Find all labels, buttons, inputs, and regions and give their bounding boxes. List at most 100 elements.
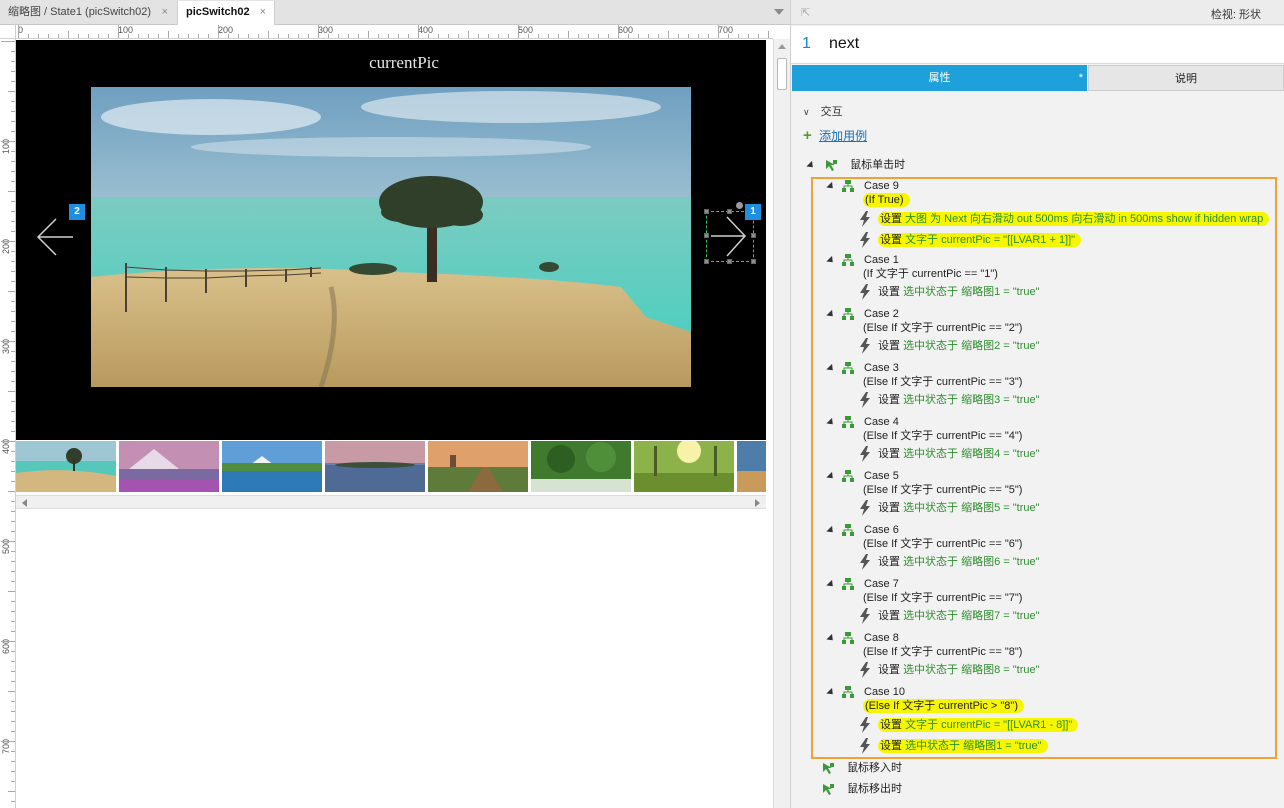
action-row[interactable]: 设置 文字于 currentPic = "[[LVAR1 - 8]]" [859,717,1079,734]
case-condition: (Else If 文字于 currentPic == "3") [863,374,1022,390]
ruler-tick [11,311,15,312]
chevron-down-icon[interactable] [774,9,784,15]
ruler-label: 500 [518,25,534,35]
interactions-section-header[interactable]: ∨ 交互 [803,103,843,119]
action-row[interactable]: 设置 选中状态于 缩略图8 = "true" [859,662,1040,679]
chevron-down-icon[interactable]: ∨ [803,107,810,118]
ruler-tick [408,34,409,38]
widget-name-field[interactable]: next [829,35,859,53]
action-row[interactable]: 设置 选中状态于 缩略图1 = "true" [859,284,1040,301]
action-row[interactable]: 设置 大图 为 Next 向右滑动 out 500ms 向右滑动 in 500m… [859,211,1270,228]
ruler-tick [398,34,399,38]
scroll-right-icon[interactable] [755,499,760,507]
resize-handle[interactable] [751,259,756,264]
collapse-triangle-icon[interactable] [826,363,836,373]
ruler-tick [548,34,549,38]
resize-handle[interactable] [727,209,732,214]
scroll-left-icon[interactable] [22,499,27,507]
add-case-link[interactable]: + 添加用例 [803,127,867,144]
tab-label: 说明 [1175,73,1197,85]
pin-icon[interactable]: ⇱ [801,6,810,19]
scrollbar-thumb[interactable] [777,58,787,90]
condition-text: (If True) [863,193,910,207]
lightning-action-icon [860,554,870,571]
resize-handle[interactable] [751,233,756,238]
ruler-tick [11,431,15,432]
ruler-tick [1,141,15,142]
thumbnail-2[interactable] [119,441,219,492]
collapse-triangle-icon[interactable] [826,417,836,427]
case-name: Case 10 [864,686,905,698]
collapse-triangle-icon[interactable] [826,525,836,535]
thumbnail-5[interactable] [428,441,528,492]
ruler-tick [11,151,15,152]
collapse-triangle-icon[interactable] [826,687,836,697]
collapse-triangle-icon[interactable] [806,160,816,170]
ruler-tick [11,61,15,62]
action-row[interactable]: 设置 选中状态于 缩略图2 = "true" [859,338,1040,355]
ruler-tick [88,34,89,38]
ruler-tick [11,731,15,732]
collapse-triangle-icon[interactable] [826,255,836,265]
action-row[interactable]: 设置 选中状态于 缩略图5 = "true" [859,500,1040,517]
ruler-tick [11,721,15,722]
thumbnail-1[interactable] [16,441,116,492]
event-row-mouse-enter[interactable]: 鼠标移入时 [822,760,902,776]
thumbnail-8[interactable] [737,441,766,492]
action-row[interactable]: 设置 文字于 currentPic = "[[LVAR1 + 1]]" [859,232,1082,249]
action-text: 设置 选中状态于 缩略图4 = "true" [878,448,1040,460]
tab-notes[interactable]: 说明 [1088,65,1284,91]
ruler-tick [38,34,39,38]
ruler-tick [158,34,159,38]
action-detail: 选中状态于 缩略图3 = "true" [903,394,1040,406]
current-pic-label[interactable]: currentPic [16,53,773,73]
ruler-label: 600 [618,25,634,35]
rotate-handle[interactable] [736,202,743,209]
resize-handle[interactable] [704,209,709,214]
widget-marker-badge: 2 [69,204,85,220]
thumbnail-7[interactable] [634,441,734,492]
action-row[interactable]: 设置 选中状态于 缩略图4 = "true" [859,446,1040,463]
close-icon[interactable]: × [260,1,266,24]
action-row[interactable]: 设置 选中状态于 缩略图1 = "true" [859,738,1048,755]
ruler-tick [758,34,759,38]
action-row[interactable]: 设置 选中状态于 缩略图6 = "true" [859,554,1040,571]
collapse-triangle-icon[interactable] [826,633,836,643]
thumbnail-3[interactable] [222,441,322,492]
ruler-tick [248,34,249,38]
action-row[interactable]: 设置 选中状态于 缩略图7 = "true" [859,608,1040,625]
tab-properties[interactable]: 属性 * [792,65,1087,91]
add-case-label[interactable]: 添加用例 [819,129,867,143]
ruler-tick [1,341,15,342]
collapse-triangle-icon[interactable] [826,579,836,589]
scroll-up-icon[interactable] [778,44,786,49]
ruler-tick [348,34,349,38]
main-image[interactable] [91,87,691,387]
vertical-scrollbar[interactable] [773,39,790,808]
thumbnail-6[interactable] [531,441,631,492]
tab-label: 缩略图 / State1 (picSwitch02) [8,6,152,18]
ruler-tick [11,181,15,182]
resize-handle[interactable] [727,259,732,264]
tab-picswitch02[interactable]: picSwitch02 × [177,1,275,25]
close-icon[interactable]: × [162,1,168,24]
ruler-tick [138,34,139,38]
design-canvas[interactable]: currentPic 2 1 [16,39,773,808]
action-row[interactable]: 设置 选中状态于 缩略图3 = "true" [859,392,1040,409]
tab-thumbnail-state1[interactable]: 缩略图 / State1 (picSwitch02) × [0,1,176,25]
ruler-tick [378,34,379,38]
event-row-mouse-leave[interactable]: 鼠标移出时 [822,781,902,797]
collapse-triangle-icon[interactable] [826,471,836,481]
ruler-tick [518,25,519,38]
collapse-triangle-icon[interactable] [826,309,836,319]
ruler-tick [568,31,569,38]
collapse-triangle-icon[interactable] [826,181,836,191]
prev-arrow-icon[interactable] [36,217,74,257]
resize-handle[interactable] [704,233,709,238]
ruler-tick [48,34,49,38]
thumbnail-4[interactable] [325,441,425,492]
resize-handle[interactable] [704,259,709,264]
lightning-action-icon [860,446,870,463]
horizontal-scrollbar[interactable] [16,495,766,509]
event-row-click[interactable]: 鼠标单击时 [806,157,905,173]
